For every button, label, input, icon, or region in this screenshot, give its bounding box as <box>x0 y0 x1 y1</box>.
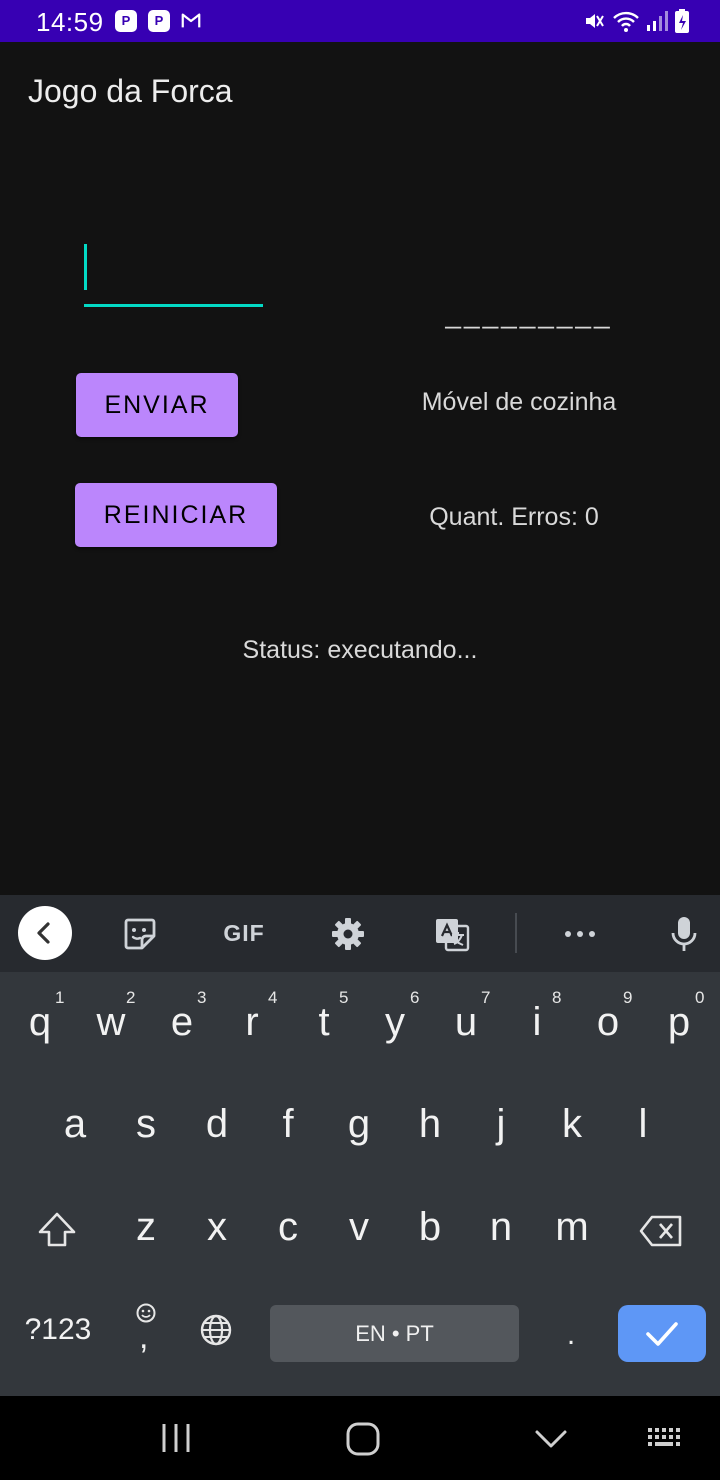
key-g[interactable]: g <box>329 1102 389 1147</box>
clock: 14:59 <box>36 7 104 37</box>
home-button[interactable] <box>340 1416 386 1462</box>
status-bar: 14:59 P P <box>0 0 720 42</box>
home-icon <box>346 1422 380 1456</box>
backspace-icon <box>639 1215 682 1247</box>
key-i[interactable]: i <box>507 1000 567 1045</box>
microphone-icon <box>671 916 697 951</box>
input-underline <box>84 304 263 307</box>
language-key[interactable] <box>198 1312 234 1348</box>
restart-button[interactable]: REINICIAR <box>75 483 277 547</box>
letter-input[interactable] <box>84 240 264 308</box>
key-w[interactable]: w <box>81 1000 141 1045</box>
key-v[interactable]: v <box>329 1205 389 1250</box>
translate-button[interactable] <box>424 895 480 972</box>
gmail-icon <box>181 13 201 28</box>
check-icon <box>646 1321 678 1346</box>
space-key[interactable]: EN • PT <box>270 1305 519 1362</box>
keyboard-back-button[interactable] <box>18 906 72 960</box>
mute-icon <box>586 14 604 28</box>
key-t[interactable]: t <box>294 1000 354 1045</box>
key-l[interactable]: l <box>613 1102 673 1147</box>
app-bar: Jogo da Forca <box>0 42 720 142</box>
send-button[interactable]: ENVIAR <box>76 373 238 437</box>
shift-icon <box>38 1212 76 1247</box>
voice-input-button[interactable] <box>656 895 712 972</box>
comma-key[interactable]: , <box>126 1300 166 1356</box>
navigation-bar <box>0 1396 720 1480</box>
key-s[interactable]: s <box>116 1102 176 1147</box>
sticker-icon <box>124 918 156 949</box>
backspace-key[interactable] <box>638 1212 684 1250</box>
app-title: Jogo da Forca <box>28 73 233 109</box>
keyboard-switch-button[interactable] <box>644 1422 688 1454</box>
p-icon: P <box>115 10 137 32</box>
key-o[interactable]: o <box>578 1000 638 1045</box>
hide-keyboard-button[interactable] <box>530 1422 572 1456</box>
error-count: Quant. Erros: 0 <box>429 503 599 531</box>
key-j[interactable]: j <box>471 1102 531 1147</box>
gear-icon <box>332 917 364 950</box>
key-y[interactable]: y <box>365 1000 425 1045</box>
chevron-down-icon <box>535 1430 567 1448</box>
globe-icon <box>200 1314 232 1346</box>
key-p[interactable]: p <box>649 1000 709 1045</box>
key-q[interactable]: q <box>10 1000 70 1045</box>
gif-label: GIF <box>223 920 265 946</box>
key-m[interactable]: m <box>542 1205 602 1250</box>
key-d[interactable]: d <box>187 1102 247 1147</box>
key-b[interactable]: b <box>400 1205 460 1250</box>
gif-button[interactable]: GIF <box>214 895 274 972</box>
text-cursor <box>84 244 87 290</box>
translate-icon <box>436 918 470 951</box>
wifi-icon <box>613 11 639 32</box>
key-u[interactable]: u <box>436 1000 496 1045</box>
key-z[interactable]: z <box>116 1205 176 1250</box>
more-button[interactable] <box>552 895 608 972</box>
key-e[interactable]: e <box>152 1000 212 1045</box>
recents-button[interactable] <box>150 1418 202 1458</box>
key-x[interactable]: x <box>187 1205 247 1250</box>
symbols-key[interactable]: ?123 <box>18 1313 98 1347</box>
key-n[interactable]: n <box>471 1205 531 1250</box>
keyboard-icon <box>648 1428 680 1446</box>
game-status: Status: executando... <box>242 636 478 664</box>
key-f[interactable]: f <box>258 1102 318 1147</box>
period-key[interactable]: . <box>556 1318 586 1352</box>
key-h[interactable]: h <box>400 1102 460 1147</box>
keyboard-toolbar: GIF <box>0 895 720 972</box>
word-mask: _________ <box>445 298 613 329</box>
comma-label: , <box>139 1318 149 1356</box>
key-r[interactable]: r <box>222 1000 282 1045</box>
sticker-button[interactable] <box>112 895 168 972</box>
recents-icon <box>162 1424 190 1452</box>
p-icon: P <box>148 10 170 32</box>
enter-key[interactable] <box>618 1305 706 1362</box>
system-icons <box>582 8 690 34</box>
settings-button[interactable] <box>320 895 376 972</box>
more-horizontal-icon <box>565 930 595 937</box>
word-hint: Móvel de cozinha <box>421 388 617 416</box>
battery-icon <box>675 9 689 33</box>
key-a[interactable]: a <box>45 1102 105 1147</box>
toolbar-divider <box>515 913 517 953</box>
key-c[interactable]: c <box>258 1205 318 1250</box>
key-k[interactable]: k <box>542 1102 602 1147</box>
chevron-left-icon <box>37 922 50 944</box>
shift-key[interactable] <box>36 1210 78 1250</box>
signal-icon <box>647 11 668 31</box>
